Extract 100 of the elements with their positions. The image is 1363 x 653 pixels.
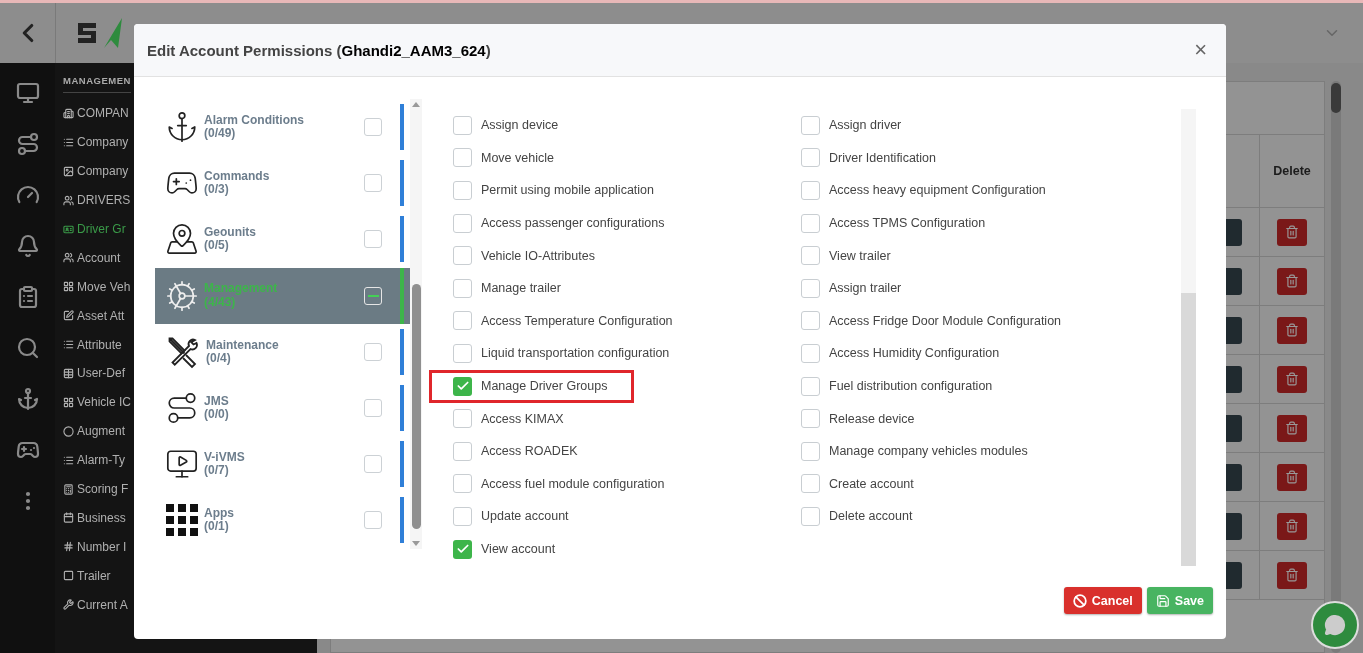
category-item[interactable]: Maintenance (0/4) — [155, 323, 410, 380]
permission-option[interactable]: View trailer — [777, 239, 918, 273]
scrollbar[interactable] — [410, 99, 422, 549]
menu-item[interactable]: Company — [63, 156, 129, 186]
permission-option[interactable]: Move vehicle — [429, 141, 581, 175]
permission-option[interactable]: Access passenger configurations — [429, 206, 692, 240]
checkbox[interactable] — [453, 246, 472, 266]
checkbox[interactable] — [364, 511, 382, 530]
cancel-button[interactable]: Cancel — [1063, 587, 1142, 614]
search-icon[interactable] — [15, 336, 40, 360]
permission-option[interactable]: Access Humidity Configuration — [777, 336, 1027, 370]
checkbox[interactable] — [453, 311, 472, 331]
delete-button[interactable] — [1277, 218, 1307, 246]
menu-item[interactable]: Business — [63, 503, 126, 533]
close-button[interactable]: × — [1188, 37, 1213, 63]
permission-option[interactable]: Release device — [777, 402, 942, 436]
permission-option[interactable]: Access Fridge Door Module Configuration — [777, 304, 1089, 338]
checkbox[interactable] — [801, 181, 820, 200]
menu-item[interactable]: Account — [63, 243, 121, 273]
permission-option[interactable]: Access heavy equipment Configuration — [777, 174, 1073, 207]
permission-option[interactable]: Driver Identification — [777, 141, 963, 175]
menu-item[interactable]: Scoring F — [63, 474, 129, 504]
checkbox[interactable] — [801, 213, 820, 233]
checkbox[interactable] — [801, 376, 820, 396]
checkbox[interactable] — [364, 286, 382, 305]
checkbox[interactable] — [801, 311, 820, 331]
menu-item[interactable]: COMPAN — [63, 99, 129, 128]
checkbox[interactable] — [453, 409, 472, 429]
scrollbar[interactable] — [1331, 81, 1341, 653]
menu-item[interactable]: User-Def — [63, 359, 125, 388]
bell-icon[interactable] — [15, 234, 40, 258]
checkbox[interactable] — [453, 506, 472, 526]
checkbox[interactable] — [364, 399, 382, 418]
delete-button[interactable] — [1277, 561, 1307, 589]
permission-option[interactable]: Manage trailer — [429, 271, 588, 305]
permission-option[interactable]: Access KIMAX — [429, 402, 591, 436]
permission-option[interactable]: Delete account — [777, 499, 940, 533]
permission-option[interactable]: Fuel distribution configuration — [777, 369, 1020, 403]
permission-option[interactable]: Assign driver — [777, 108, 929, 142]
permission-option[interactable]: Access ROADEK — [429, 434, 605, 468]
permission-option[interactable]: Access Temperature Configuration — [429, 304, 700, 338]
category-item[interactable]: Apps (0/1) — [155, 492, 410, 549]
category-item[interactable]: Commands (0/3) — [155, 155, 410, 212]
checkbox[interactable] — [364, 118, 382, 137]
delete-button[interactable] — [1277, 267, 1307, 295]
menu-item[interactable]: Vehicle IC — [63, 387, 132, 417]
delete-button[interactable] — [1277, 512, 1307, 540]
menu-item[interactable]: Alarm-Ty — [63, 445, 125, 475]
checkbox[interactable] — [801, 148, 820, 168]
delete-button[interactable] — [1277, 414, 1307, 442]
category-item[interactable]: Alarm Conditions (0/49) — [155, 99, 410, 156]
menu-item[interactable]: Number I — [63, 532, 127, 562]
scrollbar[interactable] — [1181, 109, 1196, 566]
category-item[interactable]: JMS (0/0) — [155, 379, 410, 437]
permission-option[interactable]: Create account — [777, 467, 941, 501]
checkbox[interactable] — [801, 278, 820, 298]
permission-option[interactable]: Manage Driver Groups — [429, 369, 635, 403]
menu-item[interactable]: Trailer — [63, 561, 111, 591]
checkbox[interactable] — [453, 148, 472, 168]
delete-button[interactable] — [1277, 365, 1307, 393]
menu-item[interactable]: Driver Gr — [63, 214, 126, 244]
menu-item[interactable]: Company — [63, 127, 129, 157]
route-icon[interactable] — [15, 132, 40, 156]
checkbox[interactable] — [453, 539, 472, 559]
menu-item[interactable]: Attribute — [63, 330, 122, 359]
checkbox[interactable] — [453, 441, 472, 461]
permission-option[interactable]: Vehicle IO-Attributes — [429, 239, 622, 273]
permission-option[interactable]: Liquid transportation configuration — [429, 336, 697, 370]
checkbox[interactable] — [364, 174, 382, 193]
checkbox[interactable] — [364, 455, 382, 474]
checkbox[interactable] — [801, 474, 820, 494]
permission-option[interactable]: Access fuel module configuration — [429, 467, 692, 501]
permission-option[interactable]: View account — [429, 532, 583, 566]
delete-button[interactable] — [1277, 316, 1307, 344]
menu-item[interactable]: Augment — [63, 416, 126, 446]
chat-button[interactable] — [1311, 601, 1359, 649]
checkbox[interactable] — [801, 115, 820, 135]
menu-item[interactable]: Move Veh — [63, 272, 131, 302]
delete-button[interactable] — [1277, 463, 1307, 491]
checkbox[interactable] — [801, 343, 820, 363]
checkbox[interactable] — [801, 506, 820, 526]
anchor-icon[interactable] — [15, 387, 40, 411]
permission-option[interactable]: Manage company vehicles modules — [777, 434, 1055, 468]
permission-option[interactable]: Permit using mobile application — [429, 174, 681, 207]
checkbox[interactable] — [364, 230, 382, 249]
checkbox[interactable] — [801, 409, 820, 429]
checkbox[interactable] — [453, 213, 472, 233]
permission-option[interactable]: Assign device — [429, 108, 586, 142]
permission-option[interactable]: Update account — [429, 499, 596, 533]
permission-option[interactable]: Assign trailer — [777, 271, 929, 305]
checkbox[interactable] — [801, 441, 820, 461]
menu-item[interactable]: Current A — [63, 590, 128, 620]
checkbox[interactable] — [453, 115, 472, 135]
checkbox[interactable] — [453, 474, 472, 494]
checkbox[interactable] — [453, 343, 472, 363]
category-item[interactable]: Geounits (0/5) — [155, 211, 410, 268]
checkbox[interactable] — [364, 342, 382, 361]
checkbox[interactable] — [801, 246, 820, 266]
checkbox[interactable] — [453, 181, 472, 200]
menu-item[interactable]: DRIVERS — [63, 185, 131, 215]
